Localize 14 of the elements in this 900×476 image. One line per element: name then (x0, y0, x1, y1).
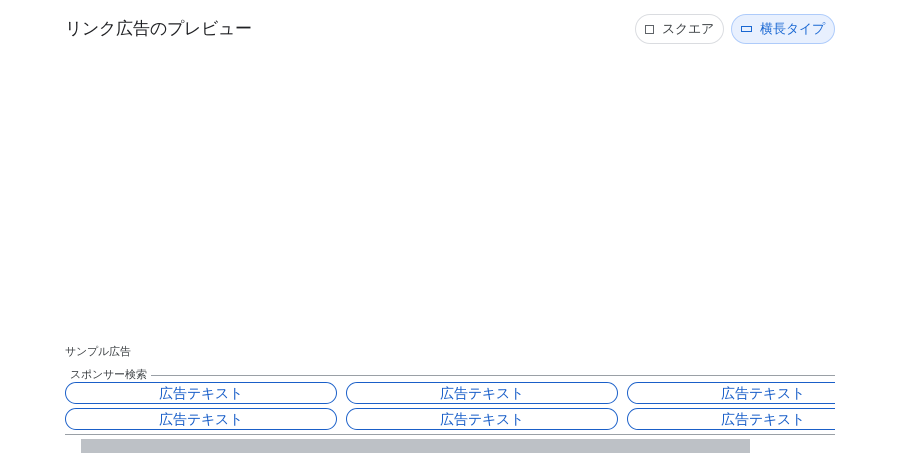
format-toggle[interactable]: 横長タイプ (731, 14, 835, 44)
ad-link[interactable]: 広告テキスト (627, 382, 835, 404)
ad-link[interactable]: 広告テキスト (627, 408, 835, 430)
scrollbar-thumb[interactable] (81, 439, 750, 453)
rectangle-icon (741, 26, 752, 32)
square-icon (645, 24, 654, 34)
format-toggle[interactable]: スクエア (635, 14, 724, 44)
ad-link[interactable]: 広告テキスト (65, 382, 337, 404)
ad-link[interactable]: 広告テキスト (65, 408, 337, 430)
ad-link[interactable]: 広告テキスト (346, 408, 618, 430)
ad-unit-label: スポンサー検索 (69, 368, 148, 382)
page-title: リンク広告のプレビュー (65, 18, 252, 40)
sample-label: サンプル広告 (65, 344, 132, 360)
ad-link[interactable]: 広告テキスト (346, 382, 618, 404)
